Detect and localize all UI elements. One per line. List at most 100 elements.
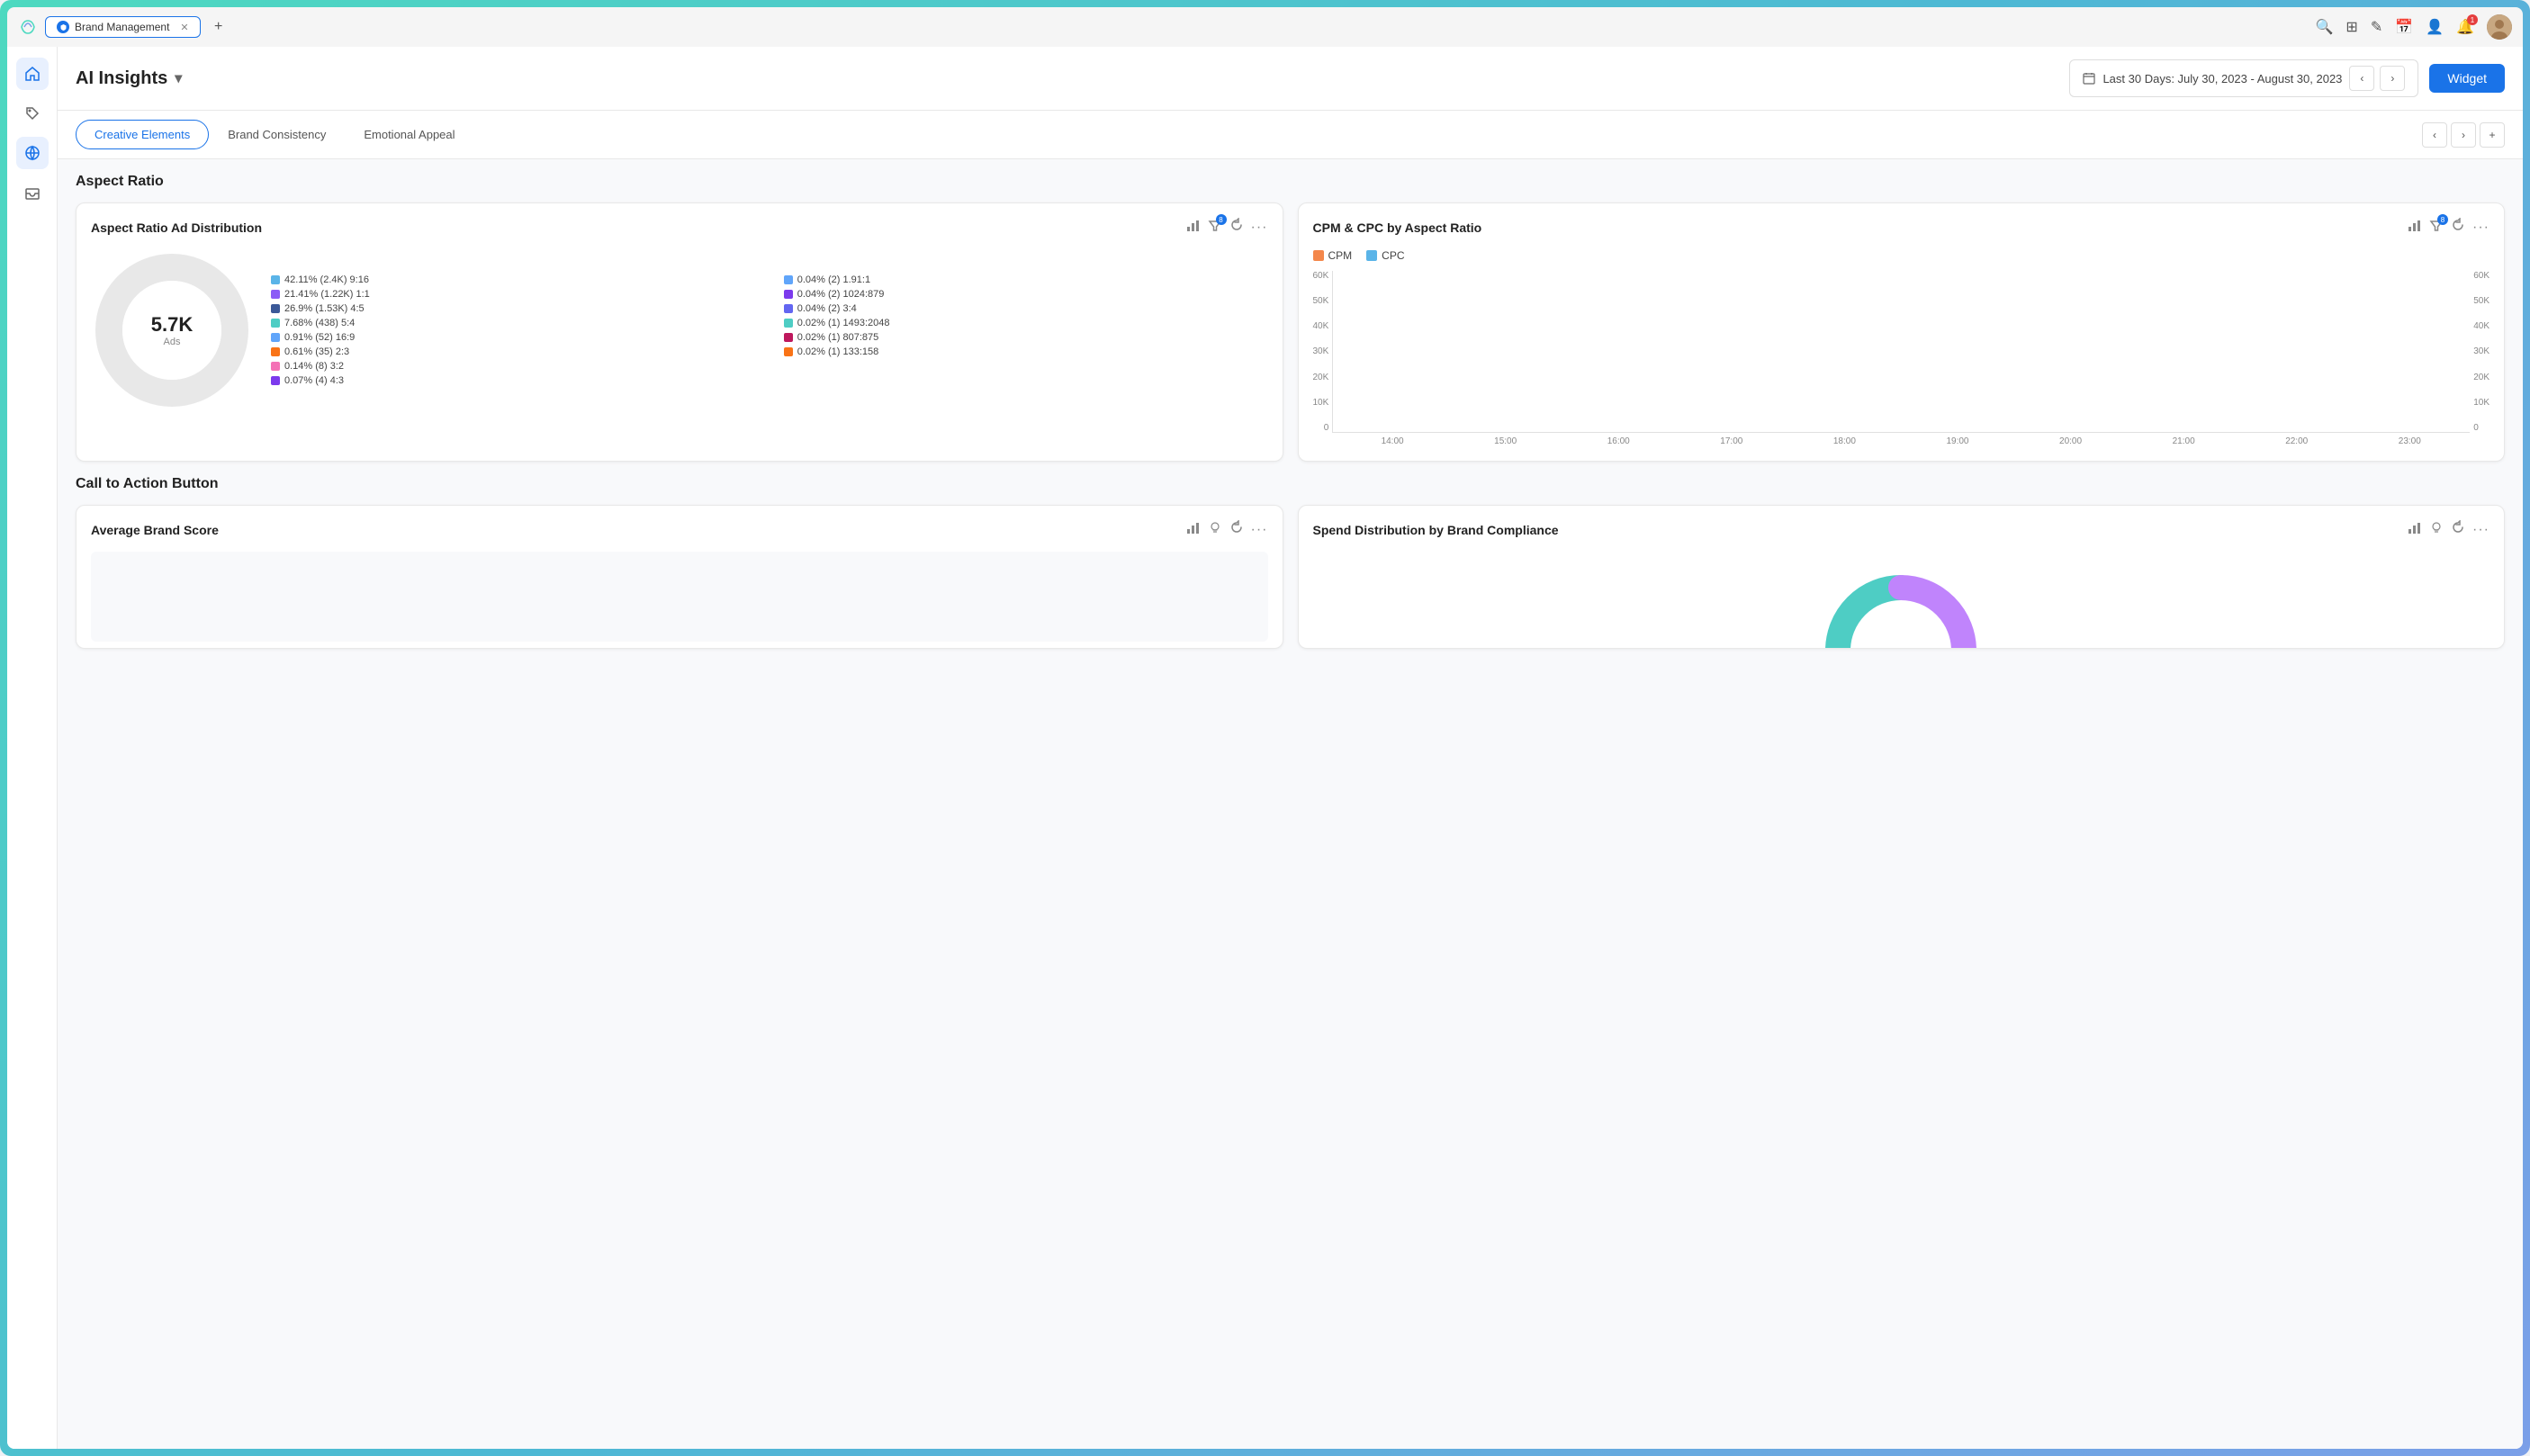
page-title: AI Insights [76, 68, 167, 89]
widget-button[interactable]: Widget [2429, 64, 2505, 93]
brand-score-actions: ··· [1186, 520, 1268, 539]
legend-item-r5: 0.02% (1) 807:875 [784, 332, 1268, 343]
spend-dist-card: Spend Distribution by Brand Compliance [1298, 505, 2506, 649]
grid-icon[interactable]: ⊞ [2345, 18, 2357, 36]
tab-creative-elements[interactable]: Creative Elements [76, 120, 209, 149]
bar-chart-area: 60K 50K 40K 30K 20K 10K 0 [1313, 271, 2490, 446]
edit-icon[interactable]: ✎ [2371, 18, 2382, 36]
date-next-button[interactable]: › [2380, 66, 2405, 91]
refresh-icon-2[interactable] [2451, 218, 2465, 237]
donut-chart: 5.7K Ads [91, 249, 253, 411]
legend-item-1: 42.11% (2.4K) 9:16 [271, 274, 762, 285]
legend-item-r2: 0.04% (2) 1024:879 [784, 289, 1268, 300]
date-range-picker[interactable]: Last 30 Days: July 30, 2023 - August 30,… [2069, 59, 2418, 97]
donut-legend: 42.11% (2.4K) 9:16 21.41% (1.22K) 1:1 26… [271, 274, 1268, 386]
legend-right: 0.04% (2) 1.91:1 0.04% (2) 1024:879 0.04… [777, 274, 1268, 386]
bar-chart-body: 14:00 15:00 16:00 17:00 18:00 19:00 20:0… [1332, 271, 2470, 446]
date-nav: ‹ › [2349, 66, 2405, 91]
spend-donut-chart [1313, 552, 2490, 649]
more-icon-3[interactable]: ··· [1251, 522, 1268, 538]
refresh-icon[interactable] [1229, 218, 1244, 237]
spend-dist-title: Spend Distribution by Brand Compliance [1313, 523, 1559, 537]
sidebar-item-tag[interactable] [16, 97, 49, 130]
bar-icon[interactable] [2408, 218, 2422, 237]
notification-badge: 1 [2467, 14, 2478, 25]
title-dropdown-icon[interactable]: ▾ [175, 69, 182, 87]
sidebar-item-globe[interactable] [16, 137, 49, 169]
y-axis-labels-right: 60K 50K 40K 30K 20K 10K 0 [2473, 271, 2489, 433]
bell-icon[interactable]: 🔔 1 [2456, 18, 2474, 36]
browser-tab[interactable]: Brand Management ✕ [45, 16, 201, 38]
refresh-icon-3[interactable] [1229, 520, 1244, 539]
legend-item-r6: 0.02% (1) 133:158 [784, 346, 1268, 357]
lightbulb-icon[interactable] [1208, 520, 1222, 539]
tab-brand-consistency[interactable]: Brand Consistency [209, 120, 345, 149]
legend-item-5: 0.91% (52) 16:9 [271, 332, 762, 343]
tab-controls: ‹ › + [2422, 122, 2505, 148]
bar-chart-icon[interactable] [1186, 218, 1201, 237]
calendar-icon[interactable]: 📅 [2395, 18, 2413, 36]
cpm-cpc-card-header: CPM & CPC by Aspect Ratio 8 [1313, 218, 2490, 237]
legend-cpm: CPM [1313, 249, 1353, 262]
tab-close-icon[interactable]: ✕ [180, 22, 188, 33]
tab-shield-icon [57, 21, 69, 33]
donut-chart-container: 5.7K Ads 42.11% (2.4K) 9:16 21.41% (1.22… [91, 249, 1268, 411]
donut-value: 5.7K [151, 313, 193, 337]
distribution-card-title: Aspect Ratio Ad Distribution [91, 220, 262, 235]
spend-dist-card-header: Spend Distribution by Brand Compliance [1313, 520, 2490, 539]
filter-count-badge-2: 8 [2437, 214, 2448, 225]
browser-bar: Brand Management ✕ + 🔍 ⊞ ✎ 📅 👤 🔔 1 [7, 7, 2523, 47]
brand-score-title: Average Brand Score [91, 523, 219, 537]
person-add-icon[interactable]: 👤 [2426, 18, 2444, 36]
donut-label: Ads [151, 337, 193, 347]
sidebar-item-inbox[interactable] [16, 176, 49, 209]
bar-icon-4[interactable] [2408, 520, 2422, 539]
user-avatar[interactable] [2487, 14, 2512, 40]
x-axis-labels: 14:00 15:00 16:00 17:00 18:00 19:00 20:0… [1332, 436, 2470, 446]
date-prev-button[interactable]: ‹ [2349, 66, 2374, 91]
brand-score-chart-area [91, 552, 1268, 642]
tabs-bar: Creative Elements Brand Consistency Emot… [58, 111, 2523, 159]
legend-item-4: 7.68% (438) 5:4 [271, 318, 762, 328]
lightbulb-icon-2[interactable] [2429, 520, 2444, 539]
more-icon-4[interactable]: ··· [2472, 522, 2489, 538]
content-header: AI Insights ▾ Last 30 Days: July 30, 202… [58, 47, 2523, 111]
sidebar-item-home[interactable] [16, 58, 49, 90]
legend-item-6: 0.61% (35) 2:3 [271, 346, 762, 357]
tabs-prev-button[interactable]: ‹ [2422, 122, 2447, 148]
tab-emotional-appeal[interactable]: Emotional Appeal [345, 120, 473, 149]
legend-item-2: 21.41% (1.22K) 1:1 [271, 289, 762, 300]
refresh-icon-4[interactable] [2451, 520, 2465, 539]
bar-icon-3[interactable] [1186, 520, 1201, 539]
aspect-ratio-title: Aspect Ratio [76, 174, 2505, 190]
browser-toolbar: 🔍 ⊞ ✎ 📅 👤 🔔 1 [2316, 14, 2513, 40]
sidebar [7, 47, 58, 1449]
search-icon[interactable]: 🔍 [2316, 18, 2334, 36]
distribution-card-header: Aspect Ratio Ad Distribution 8 [91, 218, 1268, 237]
calendar-icon [2083, 72, 2095, 85]
filter-icon-2[interactable]: 8 [2429, 219, 2444, 236]
main-content: AI Insights ▾ Last 30 Days: July 30, 202… [58, 47, 2523, 1449]
y-axis-labels: 60K 50K 40K 30K 20K 10K 0 [1313, 271, 1329, 433]
cta-section-title: Call to Action Button [76, 476, 2505, 492]
legend-item-r3: 0.04% (2) 3:4 [784, 303, 1268, 314]
donut-center: 5.7K Ads [151, 313, 193, 347]
brand-score-card: Average Brand Score [76, 505, 1283, 649]
aspect-ratio-cards: Aspect Ratio Ad Distribution 8 [76, 202, 2505, 462]
distribution-card-actions: 8 ··· [1186, 218, 1268, 237]
new-tab-button[interactable]: + [208, 16, 230, 38]
page-title-container: AI Insights ▾ [76, 68, 182, 89]
bar-chart [1332, 271, 2470, 433]
aspect-ratio-section: Aspect Ratio Aspect Ratio Ad Distributio… [58, 159, 2523, 476]
distribution-card: Aspect Ratio Ad Distribution 8 [76, 202, 1283, 462]
browser-tab-label: Brand Management [75, 21, 169, 33]
cta-cards: Average Brand Score [76, 505, 2505, 649]
more-icon-2[interactable]: ··· [2472, 220, 2489, 236]
browser-logo [18, 17, 38, 37]
tabs-add-button[interactable]: + [2480, 122, 2505, 148]
filter-icon[interactable]: 8 [1208, 219, 1222, 236]
tabs-next-button[interactable]: › [2451, 122, 2476, 148]
legend-cpc: CPC [1366, 249, 1404, 262]
date-range-label: Last 30 Days: July 30, 2023 - August 30,… [2102, 72, 2342, 85]
more-icon[interactable]: ··· [1251, 220, 1268, 236]
